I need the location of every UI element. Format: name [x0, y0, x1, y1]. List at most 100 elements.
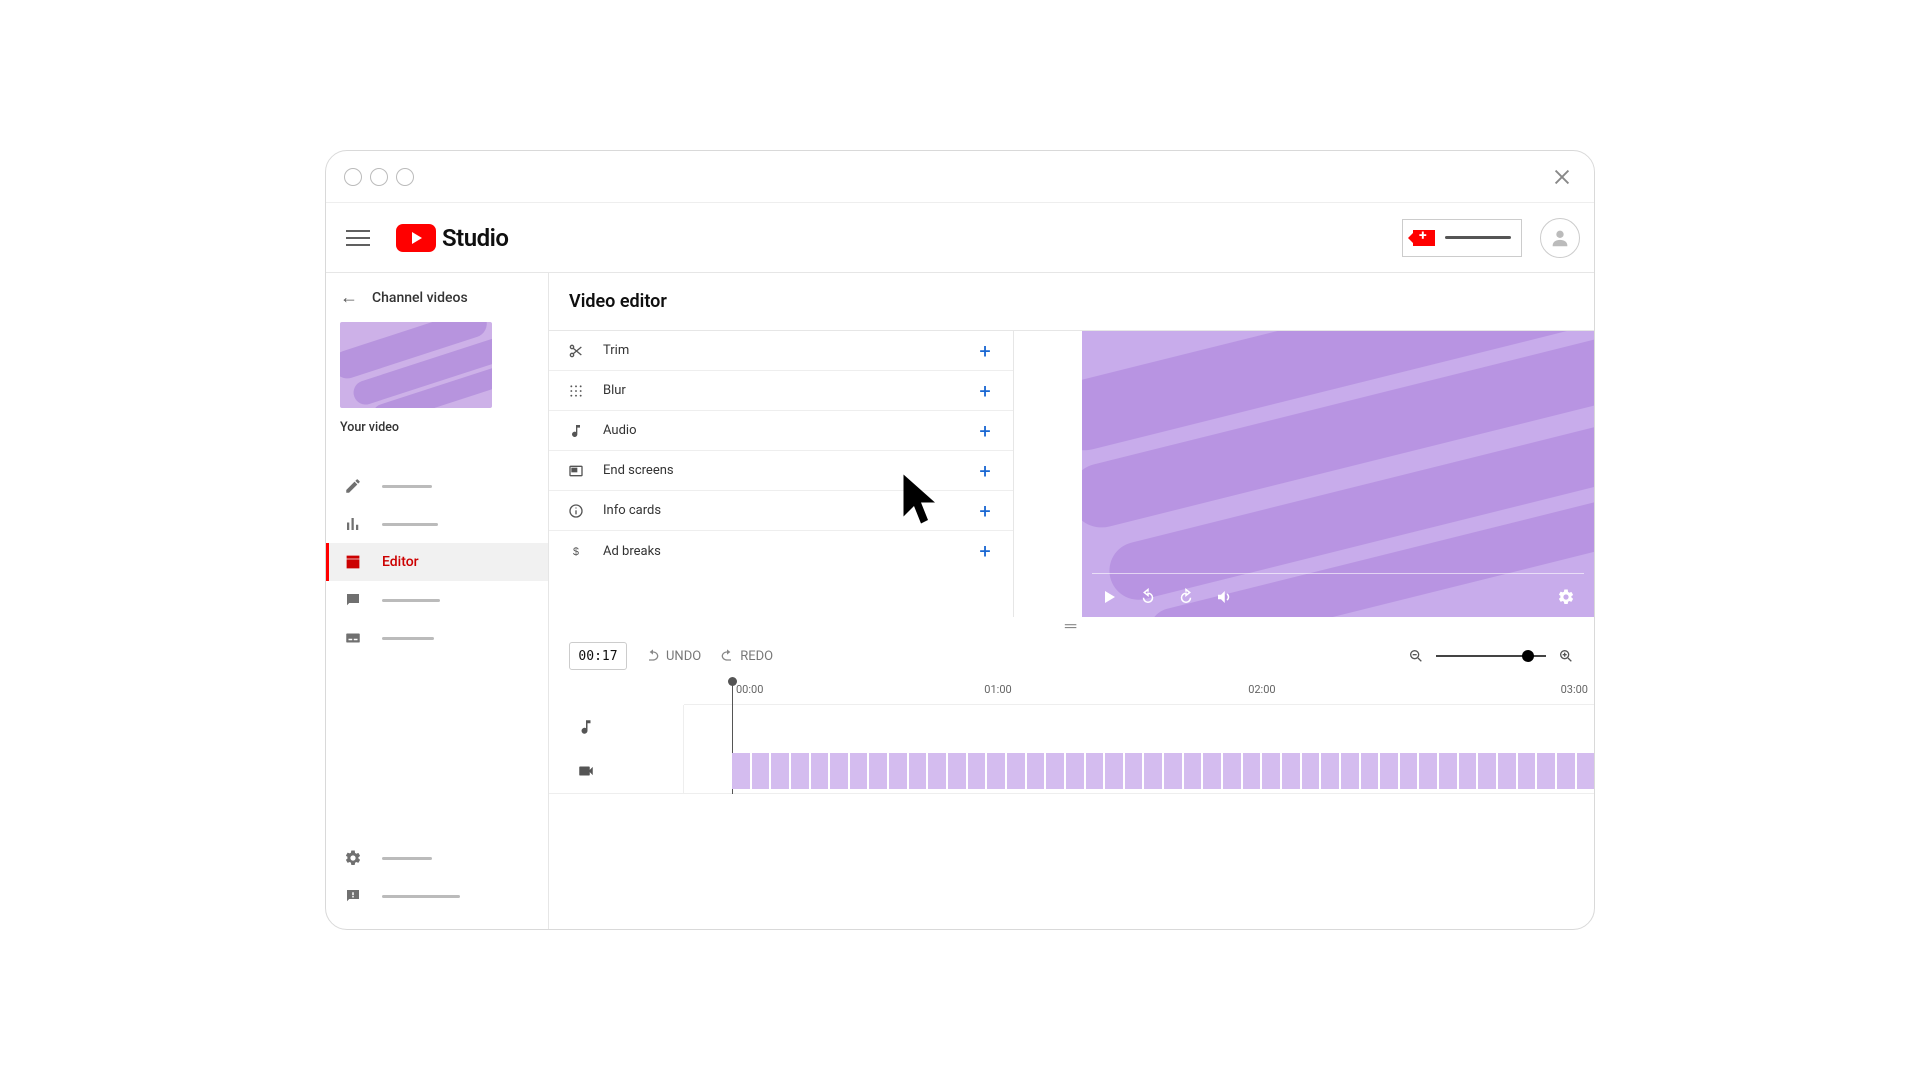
zoom-in-button[interactable] [1558, 648, 1574, 664]
tool-label-trim: Trim [603, 343, 629, 358]
tool-label-blur: Blur [603, 383, 626, 398]
brand-text: Studio [442, 224, 508, 252]
window-min-dot[interactable] [370, 168, 388, 186]
analytics-icon [342, 513, 364, 535]
current-time-display[interactable]: 00:17 [569, 642, 627, 670]
forward-button[interactable] [1176, 587, 1196, 607]
info-icon [565, 500, 587, 522]
tool-label-ad-breaks: Ad breaks [603, 544, 661, 559]
preview-area [1014, 331, 1594, 617]
nav-label-placeholder [382, 599, 440, 602]
tick-2: 02:00 [1248, 683, 1275, 696]
audio-track-header [549, 705, 684, 749]
tool-row-ad-breaks: $ Ad breaks + [549, 531, 1013, 571]
tool-row-audio: Audio + [549, 411, 1013, 451]
scissors-icon [565, 340, 587, 362]
main-panel: Video editor Trim + Blur + [549, 273, 1594, 929]
redo-label: REDO [740, 649, 773, 664]
tool-row-trim: Trim + [549, 331, 1013, 371]
window-controls [344, 168, 414, 186]
video-clips[interactable] [732, 753, 1594, 789]
audio-track[interactable] [549, 705, 1594, 749]
tick-3: 03:00 [1561, 683, 1588, 696]
dollar-icon: $ [565, 540, 587, 562]
blur-grid-icon [565, 380, 587, 402]
nav-label-placeholder [382, 523, 438, 526]
end-screen-icon [565, 460, 587, 482]
arrow-left-icon: ← [340, 287, 358, 308]
sidebar-item-editor[interactable]: Editor [326, 543, 548, 581]
add-audio-button[interactable]: + [973, 419, 997, 443]
undo-label: UNDO [666, 649, 701, 664]
menu-icon[interactable] [340, 220, 376, 256]
app-header: Studio [326, 203, 1594, 273]
zoom-slider[interactable] [1436, 655, 1546, 657]
video-preview[interactable] [1082, 331, 1594, 617]
undo-button[interactable]: UNDO [645, 648, 701, 664]
subtitles-icon [342, 627, 364, 649]
timeline-ruler[interactable]: 00:00 01:00 02:00 03:00 [684, 677, 1594, 705]
sidebar-item-feedback[interactable] [326, 877, 548, 915]
tool-row-blur: Blur + [549, 371, 1013, 411]
brand[interactable]: Studio [396, 224, 508, 252]
sidebar: ← Channel videos Your video [326, 273, 549, 929]
gear-icon [342, 847, 364, 869]
tool-row-end-screens: End screens + [549, 451, 1013, 491]
feedback-icon [342, 885, 364, 907]
add-end-screen-button[interactable]: + [973, 459, 997, 483]
tool-label-audio: Audio [603, 423, 636, 438]
comments-icon [342, 589, 364, 611]
svg-text:$: $ [573, 546, 579, 558]
back-label: Channel videos [372, 290, 468, 306]
add-trim-button[interactable]: + [973, 339, 997, 363]
nav-label-editor: Editor [382, 554, 419, 570]
tool-label-info-cards: Info cards [603, 503, 661, 518]
tool-row-info-cards: Info cards + [549, 491, 1013, 531]
nav-label-placeholder [382, 637, 434, 640]
tick-0: 00:00 [736, 683, 763, 696]
video-thumbnail[interactable] [340, 322, 492, 408]
close-icon[interactable] [1548, 163, 1576, 191]
editor-tools-list: Trim + Blur + Audio + E [549, 331, 1014, 617]
player-controls [1082, 577, 1594, 617]
create-label-placeholder [1445, 236, 1511, 239]
panel-resize-handle[interactable]: ═ [549, 617, 1594, 635]
add-blur-button[interactable]: + [973, 379, 997, 403]
app-window: Studio ← Channel videos [325, 150, 1595, 930]
back-to-channel-videos[interactable]: ← Channel videos [340, 287, 534, 308]
pencil-icon [342, 475, 364, 497]
add-info-card-button[interactable]: + [973, 499, 997, 523]
sidebar-heading: Your video [340, 420, 534, 435]
nav-label-placeholder [382, 895, 460, 898]
sidebar-item-comments[interactable] [326, 581, 548, 619]
nav-label-placeholder [382, 485, 432, 488]
timeline[interactable]: 00:00 01:00 02:00 03:00 [549, 677, 1594, 794]
window-close-dot[interactable] [344, 168, 362, 186]
player-settings-button[interactable] [1556, 587, 1576, 607]
titlebar [326, 151, 1594, 203]
editor-icon [342, 551, 364, 573]
create-button[interactable] [1402, 219, 1522, 257]
add-ad-break-button[interactable]: + [973, 539, 997, 563]
timeline-toolbar: 00:17 UNDO REDO [549, 635, 1594, 677]
play-button[interactable] [1100, 587, 1120, 607]
video-track-header [549, 749, 684, 793]
zoom-out-button[interactable] [1408, 648, 1424, 664]
sidebar-item-settings[interactable] [326, 839, 548, 877]
sidebar-item-details[interactable] [326, 467, 548, 505]
sidebar-item-subtitles[interactable] [326, 619, 548, 657]
page-title: Video editor [549, 273, 1594, 331]
sidebar-item-analytics[interactable] [326, 505, 548, 543]
account-avatar[interactable] [1540, 218, 1580, 258]
nav-label-placeholder [382, 857, 432, 860]
video-track[interactable] [549, 749, 1594, 793]
window-max-dot[interactable] [396, 168, 414, 186]
redo-button[interactable]: REDO [719, 648, 773, 664]
youtube-icon [396, 224, 436, 252]
volume-button[interactable] [1214, 587, 1234, 607]
rewind-button[interactable] [1138, 587, 1158, 607]
tool-label-end-screens: End screens [603, 463, 674, 478]
camera-plus-icon [1413, 230, 1435, 246]
tick-1: 01:00 [984, 683, 1011, 696]
music-note-icon [565, 420, 587, 442]
